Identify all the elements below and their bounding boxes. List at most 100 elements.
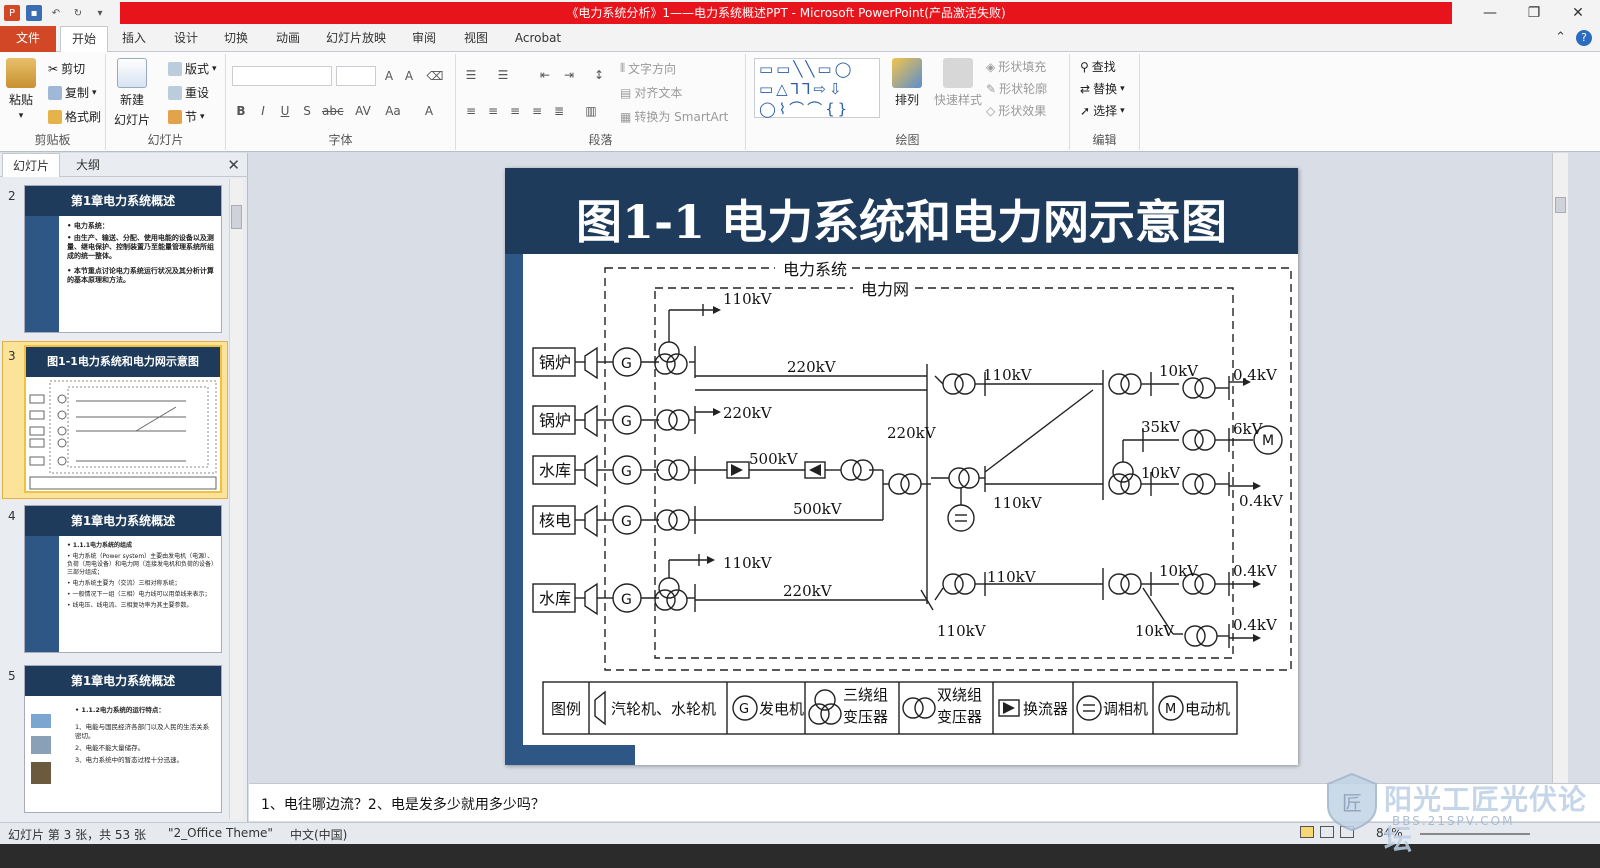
undo-icon[interactable]: ↶ [48, 5, 64, 21]
close-panel-icon[interactable]: ✕ [227, 156, 240, 174]
shape-fill-button[interactable]: ◈ 形状填充 [986, 58, 1046, 75]
tab-home[interactable]: 开始 [60, 26, 108, 53]
font-name-combo[interactable] [232, 66, 332, 86]
tab-slideshow[interactable]: 幻灯片放映 [318, 26, 394, 52]
shadow-icon[interactable]: S [298, 102, 316, 120]
line-spacing-icon[interactable]: ↕ [590, 66, 608, 84]
grow-font-icon[interactable]: A [380, 67, 398, 85]
change-case-icon[interactable]: Aa [384, 102, 402, 120]
tab-insert[interactable]: 插入 [112, 26, 156, 52]
smartart-button[interactable]: ▦ 转换为 SmartArt [620, 108, 728, 125]
align-center-icon[interactable]: ≡ [484, 102, 502, 120]
cut-button[interactable]: ✂ 剪切 [48, 60, 85, 77]
save-icon[interactable]: ▪ [26, 5, 42, 21]
layout-button[interactable]: 版式 ▾ [168, 60, 217, 77]
reset-icon [168, 85, 182, 100]
reset-button[interactable]: 重设 [168, 84, 209, 101]
italic-icon[interactable]: I [254, 102, 272, 120]
quick-styles-button[interactable]: 快速样式 [934, 58, 982, 108]
notes-text[interactable]: 1、电往哪边流？2、电是发多少就用多少吗？ [261, 794, 545, 814]
powerpoint-logo-icon: P [4, 5, 20, 21]
pen-icon: ✎ [986, 81, 997, 96]
tab-acrobat[interactable]: Acrobat [506, 26, 570, 52]
tab-slides[interactable]: 幻灯片 [2, 153, 61, 177]
slide-title[interactable]: 图1-1 电力系统和电力网示意图 [505, 186, 1298, 252]
slide-thumbnail[interactable]: 第1章电力系统概述 • 1.1.1电力系统的组成 • 电力系统（Power sy… [24, 505, 222, 653]
quick-access-toolbar: P ▪ ↶ ↻ ▾ [0, 0, 108, 26]
replace-button[interactable]: ⇄ 替换 ▾ [1080, 80, 1125, 97]
align-right-icon[interactable]: ≡ [506, 102, 524, 120]
font-color-icon[interactable]: A [420, 102, 438, 120]
slide-bottom-bar [505, 745, 635, 765]
distributed-icon[interactable]: ≣ [550, 102, 568, 120]
copy-button[interactable]: 复制 ▾ [48, 84, 97, 101]
redo-icon[interactable]: ↻ [70, 5, 86, 21]
numbering-icon[interactable]: ☰ [494, 66, 512, 84]
voltage-label: 10kV [1135, 622, 1175, 640]
slide-thumbnail[interactable]: 第1章电力系统概述 • 1.1.2电力系统的运行特点： 1、电能与国民经济各部门… [24, 665, 222, 813]
align-text-button[interactable]: ▤ 对齐文本 [620, 84, 682, 101]
minimize-icon[interactable]: — [1468, 0, 1512, 26]
customize-qat-icon[interactable]: ▾ [92, 5, 108, 21]
shapes-gallery[interactable]: ▭▭╲╲▭◯ ▭△⅂⅂⇨⇩ ◯⌇⌒⌒{} [754, 58, 880, 118]
power-system-diagram[interactable]: 电力系统 电力网 锅炉 锅炉 水库 核电 水库 G G G G G M 110k… [523, 254, 1298, 744]
slide-number: 4 [8, 509, 16, 523]
scrollbar-thumb[interactable] [1555, 197, 1566, 213]
arrange-button[interactable]: 排列 [892, 58, 922, 108]
tab-transitions[interactable]: 切换 [214, 26, 258, 52]
tab-design[interactable]: 设计 [164, 26, 208, 52]
columns-icon[interactable]: ▥ [582, 102, 600, 120]
section-icon [168, 109, 182, 124]
effects-icon: ◇ [986, 103, 996, 118]
bold-icon[interactable]: B [232, 102, 250, 120]
select-button[interactable]: ➚ 选择 ▾ [1080, 102, 1125, 119]
generator-symbol: G [621, 464, 632, 480]
theme-name[interactable]: "2_Office Theme" [168, 826, 273, 840]
paste-button[interactable]: 粘贴 ▾ [6, 58, 36, 121]
voltage-label: 110kV [983, 366, 1033, 384]
main-vertical-scrollbar[interactable] [1552, 153, 1568, 783]
close-icon[interactable]: ✕ [1556, 0, 1600, 26]
find-button[interactable]: ⚲ 查找 [1080, 58, 1116, 75]
editing-group-label: 编辑 [1092, 133, 1117, 147]
slide-thumbnail-selected[interactable]: 图1-1电力系统和电力网示意图 [24, 345, 222, 493]
slides-panel-scrollbar[interactable] [229, 179, 243, 819]
scrollbar-thumb[interactable] [231, 205, 242, 229]
watermark-url: BBS.21SPV.COM [1392, 814, 1515, 828]
tab-animations[interactable]: 动画 [266, 26, 310, 52]
tab-file[interactable]: 文件 [0, 26, 56, 52]
legend-gen-symbol: G [739, 702, 749, 717]
format-painter-button[interactable]: 格式刷 [48, 108, 101, 125]
thumb-body: • 1.1.2电力系统的运行特点： 1、电能与国民经济各部门以及人民的生活关系密… [75, 706, 210, 764]
power-system-boundary [604, 267, 1292, 671]
clear-format-icon[interactable]: ⌫ [426, 67, 444, 85]
slide-thumbnail[interactable]: 第1章电力系统概述 • 电力系统： • 由生产、输送、分配、使用电能的设备以及测… [24, 185, 222, 333]
section-button[interactable]: 节 ▾ [168, 108, 205, 125]
font-size-combo[interactable] [336, 66, 376, 86]
binoculars-icon: ⚲ [1080, 59, 1089, 74]
bullets-icon[interactable]: ☰ [462, 66, 480, 84]
tab-outline[interactable]: 大纲 [66, 153, 110, 177]
normal-view-icon[interactable] [1300, 826, 1314, 838]
thumb-body: • 1.1.1电力系统的组成 • 电力系统（Power system）主要由发电… [67, 542, 218, 609]
decrease-indent-icon[interactable]: ⇤ [536, 66, 554, 84]
underline-icon[interactable]: U [276, 102, 294, 120]
justify-icon[interactable]: ≡ [528, 102, 546, 120]
shape-outline-button[interactable]: ✎ 形状轮廓 [986, 80, 1047, 97]
minimize-ribbon-icon[interactable]: ⌃ [1555, 30, 1566, 46]
strikethrough-icon[interactable]: abc [322, 102, 344, 120]
shape-effects-button[interactable]: ◇ 形状效果 [986, 102, 1046, 119]
current-slide[interactable]: 图1-1 电力系统和电力网示意图 电力系统 电力网 锅炉 锅炉 水库 核电 水库 [505, 168, 1298, 765]
text-direction-button[interactable]: ⫴ 文字方向 [620, 60, 676, 77]
voltage-label: 220kV [787, 358, 837, 376]
align-left-icon[interactable]: ≡ [462, 102, 480, 120]
restore-icon[interactable]: ❐ [1512, 0, 1556, 26]
language-indicator[interactable]: 中文(中国) [290, 826, 347, 843]
tab-view[interactable]: 视图 [454, 26, 498, 52]
help-icon[interactable]: ? [1576, 30, 1592, 46]
shrink-font-icon[interactable]: A [400, 67, 418, 85]
char-spacing-icon[interactable]: AV [354, 102, 372, 120]
tab-review[interactable]: 审阅 [402, 26, 446, 52]
new-slide-button[interactable]: 新建 幻灯片 [114, 58, 150, 128]
increase-indent-icon[interactable]: ⇥ [560, 66, 578, 84]
